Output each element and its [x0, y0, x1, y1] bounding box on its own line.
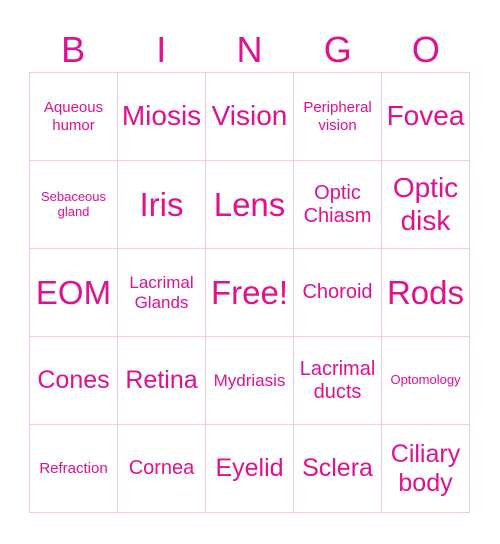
bingo-cell[interactable]: Cones [30, 337, 118, 425]
bingo-cell[interactable]: Optic Chiasm [294, 161, 382, 249]
header-letter-n: N [236, 29, 263, 70]
bingo-cell[interactable]: Sclera [294, 425, 382, 513]
bingo-cell[interactable]: Iris [118, 161, 206, 249]
bingo-cell[interactable]: Eyelid [206, 425, 294, 513]
bingo-grid: Aqueous humor Miosis Vision Peripheral v… [29, 72, 470, 513]
bingo-cell[interactable]: Lacrimal Glands [118, 249, 206, 337]
bingo-cell[interactable]: Vision [206, 73, 294, 161]
header-letter-g: G [323, 29, 352, 70]
bingo-cell[interactable]: Ciliary body [382, 425, 470, 513]
bingo-cell[interactable]: Optomology [382, 337, 470, 425]
header-letter-b: B [61, 29, 86, 70]
bingo-cell[interactable]: Peripheral vision [294, 73, 382, 161]
bingo-cell[interactable]: Choroid [294, 249, 382, 337]
bingo-cell[interactable]: Lacrimal ducts [294, 337, 382, 425]
bingo-cell[interactable]: Retina [118, 337, 206, 425]
header-letter-o: O [411, 29, 440, 70]
header-letter-i: I [156, 29, 167, 70]
bingo-cell[interactable]: Fovea [382, 73, 470, 161]
bingo-cell[interactable]: Sebaceous gland [30, 161, 118, 249]
bingo-cell[interactable]: Mydriasis [206, 337, 294, 425]
bingo-cell[interactable]: Miosis [118, 73, 206, 161]
free-space[interactable]: Free! [206, 249, 294, 337]
bingo-header: B I N G O [29, 28, 470, 72]
bingo-cell[interactable]: Refraction [30, 425, 118, 513]
bingo-cell[interactable]: Lens [206, 161, 294, 249]
bingo-cell[interactable]: Cornea [118, 425, 206, 513]
bingo-cell[interactable]: EOM [30, 249, 118, 337]
bingo-cell[interactable]: Optic disk [382, 161, 470, 249]
bingo-cell[interactable]: Rods [382, 249, 470, 337]
bingo-cell[interactable]: Aqueous humor [30, 73, 118, 161]
